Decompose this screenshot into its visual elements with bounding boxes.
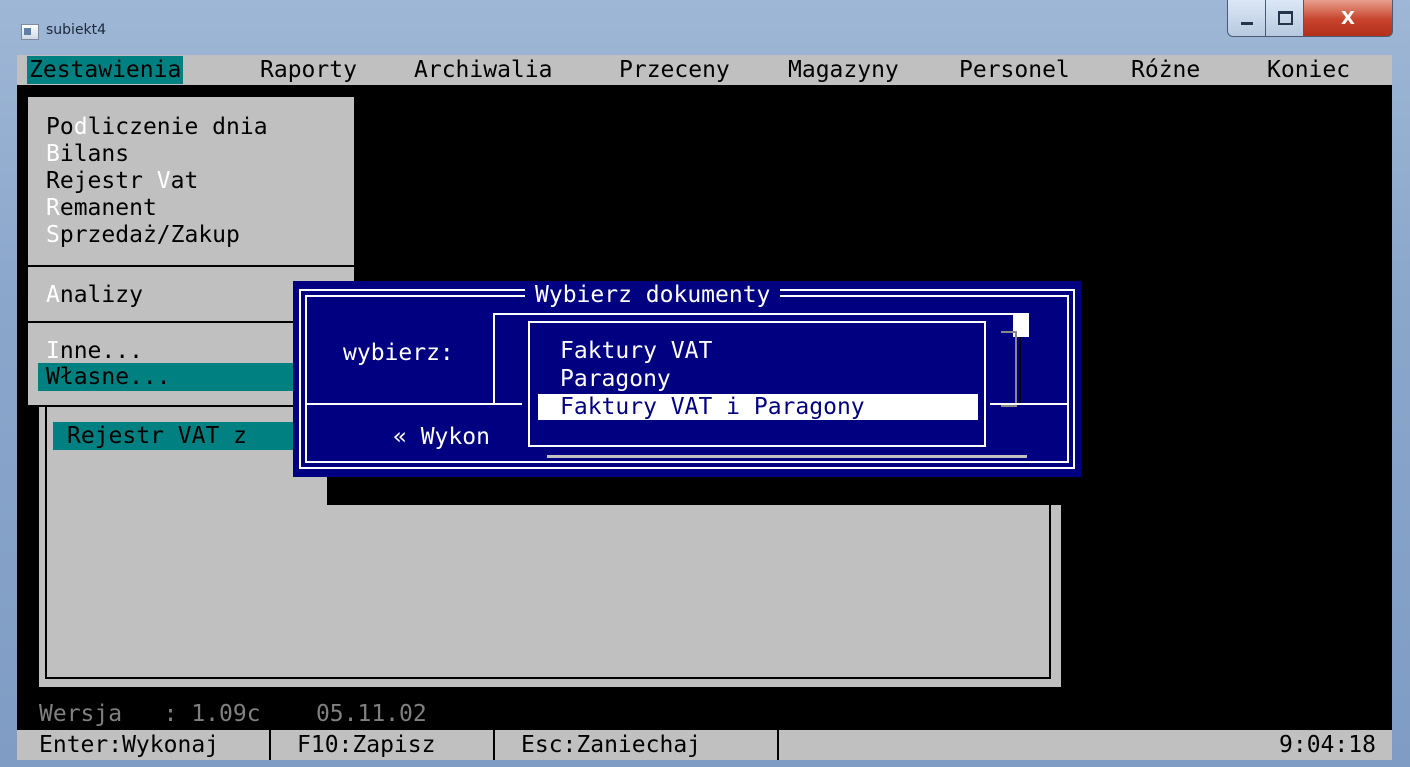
- menu-przeceny[interactable]: Przeceny: [619, 56, 730, 84]
- menu-zestawienia[interactable]: Zestawienia: [27, 56, 184, 84]
- menu-item-sprzedaz-zakup[interactable]: Sprzedaż/Zakup: [46, 221, 240, 249]
- maximize-button[interactable]: [1265, 0, 1305, 37]
- app-window: subiekt4 X Zestawienia Raporty Archiwali…: [0, 0, 1410, 767]
- status-clock: 9:04:18: [1279, 732, 1376, 758]
- document-type-list: Faktury VAT Paragony Faktury VAT i Parag…: [522, 315, 990, 451]
- minimize-icon: [1241, 21, 1253, 25]
- status-f10-save[interactable]: F10:Zapisz: [297, 731, 435, 759]
- close-button[interactable]: X: [1303, 0, 1393, 37]
- list-item-faktury-vat[interactable]: Faktury VAT: [560, 337, 712, 365]
- report-window-title: Rejestr VAT z: [53, 422, 297, 450]
- menu-item-bilans[interactable]: Bilans: [46, 140, 129, 168]
- status-bar: Enter:Wykonaj F10:Zapisz Esc:Zaniechaj 9…: [17, 730, 1392, 760]
- menu-item-remanent[interactable]: Remanent: [46, 194, 157, 222]
- version-info: Wersja : 1.09c 05.11.02: [39, 701, 427, 727]
- console-area: Zestawienia Raporty Archiwalia Przeceny …: [17, 55, 1392, 760]
- dialog-shadow: [327, 477, 1039, 505]
- list-bottom-line: [547, 455, 1027, 458]
- menu-magazyny[interactable]: Magazyny: [788, 56, 899, 84]
- execute-button[interactable]: « Wykon: [393, 423, 490, 451]
- menu-item-rejestr-vat[interactable]: Rejestr Vat: [46, 167, 198, 195]
- minimize-button[interactable]: [1227, 0, 1267, 37]
- menu-raporty[interactable]: Raporty: [260, 56, 357, 84]
- list-item-faktury-vat-i-paragony[interactable]: Faktury VAT i Paragony: [538, 394, 978, 420]
- select-label: wybierz:: [343, 340, 454, 366]
- menu-bar: Zestawienia Raporty Archiwalia Przeceny …: [17, 55, 1392, 85]
- dialog-shadow: [1029, 477, 1065, 505]
- list-item-paragony[interactable]: Paragony: [560, 365, 671, 393]
- title-bar[interactable]: subiekt4 X: [0, 0, 1410, 48]
- menu-rozne[interactable]: Różne: [1131, 56, 1200, 84]
- status-esc-cancel[interactable]: Esc:Zaniechaj: [521, 731, 701, 759]
- menu-item-inne[interactable]: Inne...: [46, 337, 143, 365]
- field-bracket: [1001, 331, 1017, 407]
- menu-item-podliczenie-dnia[interactable]: Podliczenie dnia: [46, 113, 268, 141]
- menu-item-analizy[interactable]: Analizy: [46, 281, 143, 309]
- menu-archiwalia[interactable]: Archiwalia: [414, 56, 552, 84]
- maximize-icon: [1277, 11, 1293, 25]
- window-title: subiekt4: [46, 22, 107, 38]
- status-separator: [493, 730, 495, 760]
- status-enter-execute[interactable]: Enter:Wykonaj: [39, 731, 219, 759]
- status-separator: [777, 730, 779, 760]
- menu-personel[interactable]: Personel: [959, 56, 1070, 84]
- app-icon: [21, 24, 39, 40]
- dropdown-separator: [26, 265, 356, 267]
- close-icon: X: [1341, 7, 1355, 29]
- dialog-title: Wybierz dokumenty: [525, 281, 781, 309]
- menu-koniec[interactable]: Koniec: [1267, 56, 1350, 84]
- status-separator: [269, 730, 271, 760]
